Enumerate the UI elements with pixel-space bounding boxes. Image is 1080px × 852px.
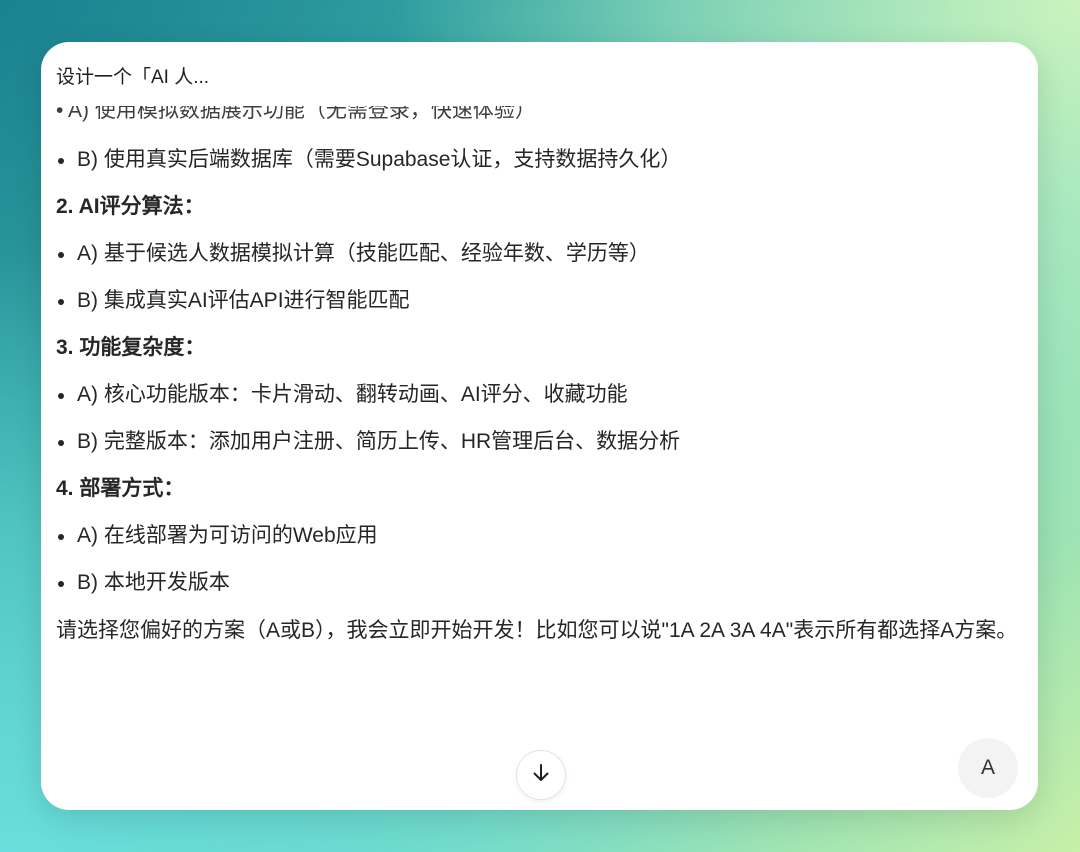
- arrow-down-icon: [530, 762, 552, 789]
- message-content: B) 使用真实后端数据库（需要Supabase认证，支持数据持久化） 2. AI…: [56, 145, 1021, 650]
- section-heading: 4. 部署方式：: [56, 477, 185, 500]
- list-item: B) 完整版本：添加用户注册、简历上传、HR管理后台、数据分析: [56, 427, 1021, 457]
- section-heading: 3. 功能复杂度：: [56, 336, 206, 359]
- list-item: B) 集成真实AI评估API进行智能匹配: [56, 286, 1021, 316]
- scroll-to-bottom-button[interactable]: [516, 750, 566, 800]
- list-item: B) 本地开发版本: [56, 568, 1021, 598]
- partially-scrolled-line: • A) 使用模拟数据展示功能（无需登录，快速体验）: [56, 106, 616, 128]
- section-heading: 2. AI评分算法：: [56, 195, 205, 218]
- clipped-line-text: • A) 使用模拟数据展示功能（无需登录，快速体验）: [56, 106, 536, 122]
- user-avatar-button[interactable]: A: [958, 738, 1018, 798]
- conversation-title: 设计一个「AI 人...: [56, 67, 210, 88]
- chat-card: 设计一个「AI 人... • A) 使用模拟数据展示功能（无需登录，快速体验） …: [41, 42, 1038, 810]
- list-item: A) 核心功能版本：卡片滑动、翻转动画、AI评分、收藏功能: [56, 380, 1021, 410]
- closing-paragraph: 请选择您偏好的方案（A或B），我会立即开始开发！比如您可以说"1A 2A 3A …: [56, 619, 1018, 642]
- list-item: B) 使用真实后端数据库（需要Supabase认证，支持数据持久化）: [56, 145, 1021, 175]
- list-item: A) 基于候选人数据模拟计算（技能匹配、经验年数、学历等）: [56, 239, 1021, 269]
- list-item: A) 在线部署为可访问的Web应用: [56, 521, 1021, 551]
